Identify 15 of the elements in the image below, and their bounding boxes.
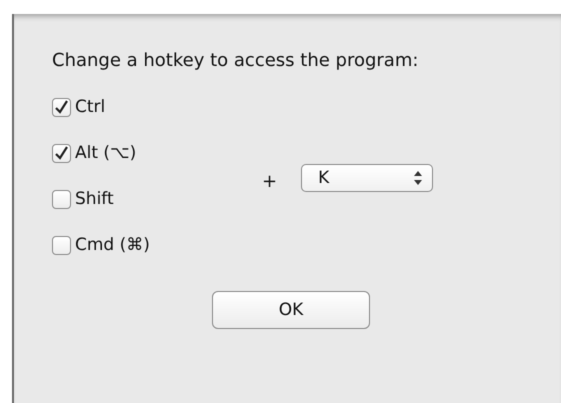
checkbox[interactable] bbox=[52, 190, 71, 208]
checkmark-icon bbox=[54, 146, 69, 160]
key-popup[interactable]: K bbox=[301, 164, 434, 192]
checkbox[interactable] bbox=[52, 98, 71, 116]
updown-arrows-icon bbox=[414, 171, 422, 185]
checkbox-label: Ctrl bbox=[75, 97, 106, 117]
checkbox-label: Cmd (⌘) bbox=[75, 235, 150, 255]
plus-sign: + bbox=[262, 170, 278, 192]
checkbox-label: Alt (⌥) bbox=[75, 143, 136, 163]
checkbox[interactable] bbox=[52, 236, 71, 254]
ok-button[interactable]: OK bbox=[212, 291, 370, 329]
dialog-title: Change a hotkey to access the program: bbox=[52, 50, 420, 71]
checkbox-label: Shift bbox=[75, 189, 114, 209]
checkmark-icon bbox=[54, 100, 69, 114]
checkbox[interactable] bbox=[52, 144, 71, 162]
